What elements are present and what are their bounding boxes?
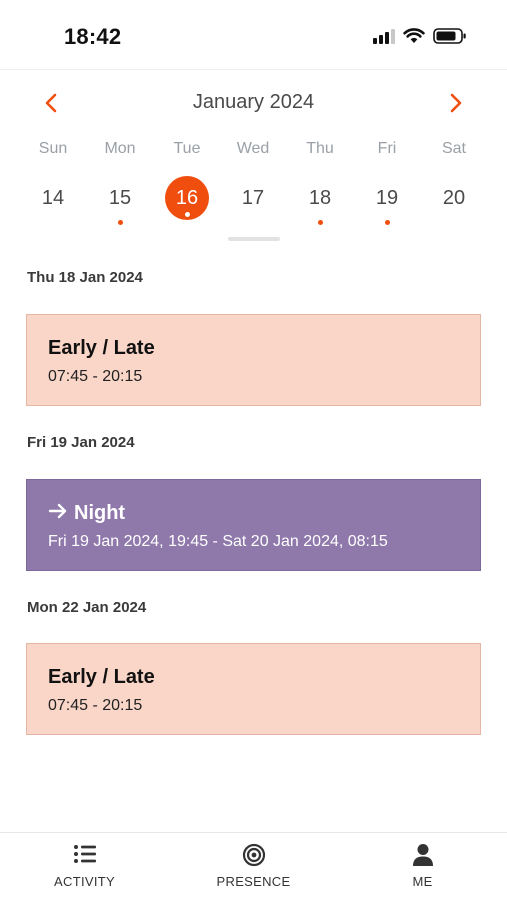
person-icon <box>338 843 507 867</box>
shift-date-heading: Thu 18 Jan 2024 <box>27 269 143 286</box>
shift-card[interactable]: Early / Late 07:45 - 20:15 <box>26 643 481 735</box>
wifi-icon <box>403 28 425 44</box>
event-indicator-dot <box>384 220 390 225</box>
weekday-label: Thu <box>306 140 334 157</box>
calendar-day-selected[interactable]: 16 <box>165 176 209 220</box>
calendar-day[interactable]: 15 <box>98 176 142 225</box>
shift-card[interactable]: Early / Late 07:45 - 20:15 <box>26 314 481 406</box>
nav-label: ME <box>412 874 433 889</box>
calendar-day[interactable]: 14 <box>31 176 75 220</box>
nav-item-me[interactable]: ME <box>338 833 507 900</box>
day-number: 20 <box>442 187 466 209</box>
day-number: 19 <box>375 187 399 209</box>
event-indicator-dot <box>117 220 123 225</box>
status-icons <box>373 28 467 44</box>
shift-title: Night <box>74 502 126 524</box>
calendar-day[interactable]: 19 <box>365 176 409 225</box>
nav-item-presence[interactable]: PRESENCE <box>169 833 338 900</box>
weekday-header-row: Sun Mon Tue Wed Thu Fri Sat <box>0 140 507 162</box>
shift-date-heading: Fri 19 Jan 2024 <box>27 434 135 451</box>
calendar-drag-handle[interactable] <box>228 237 280 241</box>
weekday-label: Fri <box>377 140 397 157</box>
shift-title: Early / Late <box>48 666 155 688</box>
calendar-day[interactable]: 18 <box>298 176 342 225</box>
battery-icon <box>433 28 467 44</box>
nav-label: ACTIVITY <box>54 874 115 889</box>
calendar-day[interactable]: 20 <box>432 176 476 220</box>
calendar-day[interactable]: 17 <box>231 176 275 220</box>
event-indicator-dot <box>184 212 190 217</box>
status-time: 18:42 <box>64 24 122 49</box>
day-number: 18 <box>308 187 332 209</box>
weekday-label: Tue <box>173 140 201 157</box>
day-number: 17 <box>241 187 265 209</box>
nav-label: PRESENCE <box>216 874 291 889</box>
shift-date-heading: Mon 22 Jan 2024 <box>27 599 147 616</box>
bottom-navigation: ACTIVITY PRESENCE ME <box>0 832 507 900</box>
day-number: 14 <box>41 187 65 209</box>
shift-time: 07:45 - 20:15 <box>48 697 143 714</box>
status-bar: 18:42 <box>0 0 507 70</box>
weekday-label: Sat <box>441 140 466 157</box>
weekday-label: Mon <box>104 140 136 157</box>
event-indicator-dot <box>317 220 323 225</box>
next-week-button[interactable] <box>443 90 469 116</box>
month-title: January 2024 <box>192 91 315 113</box>
list-icon <box>0 843 169 865</box>
weekday-label: Sun <box>38 140 68 157</box>
shift-card[interactable]: Night Fri 19 Jan 2024, 19:45 - Sat 20 Ja… <box>26 479 481 571</box>
week-days-row: 14 15 16 17 18 19 20 <box>0 176 507 225</box>
target-icon <box>169 843 338 867</box>
arrow-right-icon <box>48 502 68 525</box>
day-number: 15 <box>108 187 132 209</box>
weekday-label: Wed <box>236 140 270 157</box>
shift-time: 07:45 - 20:15 <box>48 368 143 385</box>
nav-item-activity[interactable]: ACTIVITY <box>0 833 169 900</box>
cellular-signal-icon <box>373 28 395 44</box>
shift-title-row: Night <box>48 502 125 525</box>
calendar-header: January 2024 <box>0 86 507 120</box>
shift-time: Fri 19 Jan 2024, 19:45 - Sat 20 Jan 2024… <box>48 533 388 550</box>
shift-title: Early / Late <box>48 337 155 359</box>
chevron-right-icon <box>450 93 462 113</box>
